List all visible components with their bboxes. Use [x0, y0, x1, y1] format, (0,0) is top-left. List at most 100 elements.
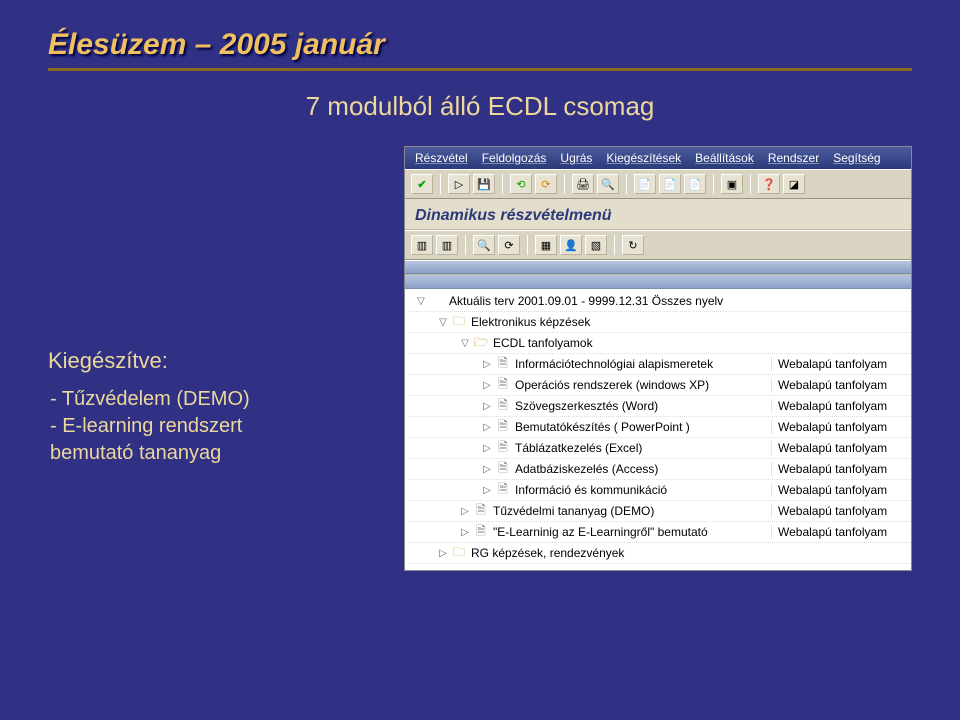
tool-icon[interactable]: ▥ — [436, 235, 458, 255]
tree-type-column: Webalapú tanfolyam — [771, 462, 911, 476]
chevron-right-icon[interactable]: ▷ — [481, 380, 493, 391]
tree-label: Táblázatkezelés (Excel) — [515, 441, 771, 455]
tree-type-column: Webalapú tanfolyam — [771, 441, 911, 455]
tree-type-column: Webalapú tanfolyam — [771, 378, 911, 392]
folder-open-icon: 🗁 — [473, 336, 489, 350]
chevron-right-icon[interactable]: ▷ — [481, 443, 493, 454]
tree-label: Információ és kommunikáció — [515, 483, 771, 497]
tree-row[interactable]: ▷🗎Információ és kommunikációWebalapú tan… — [409, 480, 911, 501]
user-icon[interactable]: 👤 — [560, 235, 582, 255]
chevron-right-icon[interactable]: ▷ — [481, 464, 493, 475]
title-rule — [48, 68, 912, 71]
document-icon: 🗎 — [473, 525, 489, 539]
tree-label: Elektronikus képzések — [471, 315, 771, 329]
document-icon: 🗎 — [495, 441, 511, 455]
accept-icon[interactable]: ✔ — [411, 174, 433, 194]
chevron-right-icon[interactable]: ▷ — [437, 548, 449, 559]
menu-item[interactable]: Segítség — [833, 151, 880, 165]
tree-row[interactable]: ▷🗎 "E-Learninig az E-Learningről" bemutat… — [409, 522, 911, 543]
doc-icon[interactable]: 📄 — [634, 174, 656, 194]
menu-item[interactable]: Beállítások — [695, 151, 754, 165]
find-icon[interactable]: 🔍 — [597, 174, 619, 194]
tree-row[interactable]: ▽🗀Elektronikus képzések — [409, 312, 911, 333]
menu-item[interactable]: Részvétel — [415, 151, 468, 165]
chevron-down-icon[interactable]: ▽ — [437, 317, 449, 328]
left-text: Kiegészítve: - Tűzvédelem (DEMO) - E-lea… — [48, 146, 388, 571]
play-icon[interactable]: ▷ — [448, 174, 470, 194]
tree-label: Tűzvédelmi tananyag (DEMO) — [493, 504, 771, 518]
tree-row[interactable]: ▷🗎Bemutatókészítés ( PowerPoint )Webalap… — [409, 417, 911, 438]
tree-type-column: Webalapú tanfolyam — [771, 399, 911, 413]
tree-row[interactable]: ▽🗁 ECDL tanfolyamok — [409, 333, 911, 354]
menu-item[interactable]: Rendszer — [768, 151, 819, 165]
toolbar-secondary: ▥ ▥ 🔍 ⟳ ▦ 👤 ▧ ↻ — [405, 230, 911, 260]
chevron-right-icon[interactable]: ▷ — [459, 506, 471, 517]
toolbar-primary: ✔ ▷ 💾 ⟲ ⟳ 🖨 🔍 📄 📄 📄 ▣ ❓ ◪ — [405, 169, 911, 199]
search-icon[interactable]: 🔍 — [473, 235, 495, 255]
tree-type-column: Webalapú tanfolyam — [771, 504, 911, 518]
tree-row[interactable]: ▷🗀 RG képzések, rendezvények — [409, 543, 911, 564]
document-icon: 🗎 — [495, 462, 511, 476]
tree-row[interactable]: ▷🗎 Operációs rendszerek (windows XP)Webal… — [409, 375, 911, 396]
chevron-right-icon[interactable]: ▷ — [459, 527, 471, 538]
back-icon[interactable]: ⟲ — [510, 174, 532, 194]
tree-type-column: Webalapú tanfolyam — [771, 483, 911, 497]
view-icon[interactable]: ▦ — [535, 235, 557, 255]
print-icon[interactable]: 🖨 — [572, 174, 594, 194]
app-window: Részvétel Feldolgozás Ugrás Kiegészítése… — [404, 146, 912, 571]
document-icon: 🗎 — [495, 378, 511, 392]
left-item: - E-learning rendszert — [48, 413, 388, 440]
tree-label: Operációs rendszerek (windows XP) — [515, 378, 771, 392]
tree-label: Szövegszerkesztés (Word) — [515, 399, 771, 413]
chevron-down-icon[interactable]: ▽ — [459, 338, 471, 349]
tree-label: "E-Learninig az E-Learningről" bemutató — [493, 525, 771, 539]
blank-icon — [429, 294, 445, 308]
page-title: Élesüzem – 2005 január — [48, 28, 912, 62]
view-icon[interactable]: ▧ — [585, 235, 607, 255]
tree-label: Adatbáziskezelés (Access) — [515, 462, 771, 476]
gradient-bar — [405, 260, 911, 274]
tool-icon[interactable]: ▥ — [411, 235, 433, 255]
tree-row[interactable]: ▷🗎 Tűzvédelmi tananyag (DEMO)Webalapú tan… — [409, 501, 911, 522]
chevron-right-icon[interactable]: ▷ — [481, 401, 493, 412]
menu-item[interactable]: Kiegészítések — [606, 151, 681, 165]
left-item: bemutató tananyag — [48, 440, 388, 467]
tree-row[interactable]: ▷🗎 Szövegszerkesztés (Word)Webalapú tanfo… — [409, 396, 911, 417]
tree-label: Információtechnológiai alapismeretek — [515, 357, 771, 371]
folder-icon: 🗀 — [451, 546, 467, 560]
tree-row[interactable]: ▽ Aktuális terv 2001.09.01 - 9999.12.31 Ö… — [409, 291, 911, 312]
refresh-icon[interactable]: ⟳ — [498, 235, 520, 255]
menubar: Részvétel Feldolgozás Ugrás Kiegészítése… — [405, 147, 911, 169]
chevron-right-icon[interactable]: ▷ — [481, 422, 493, 433]
refresh-icon[interactable]: ↻ — [622, 235, 644, 255]
tree-label: ECDL tanfolyamok — [493, 336, 771, 350]
tree-type-column: Webalapú tanfolyam — [771, 525, 911, 539]
tree-type-column: Webalapú tanfolyam — [771, 420, 911, 434]
forward-icon[interactable]: ⟳ — [535, 174, 557, 194]
left-item: - Tűzvédelem (DEMO) — [48, 386, 388, 413]
section-title: Dinamikus részvételmenü — [405, 199, 911, 230]
page-subtitle: 7 modulból álló ECDL csomag — [48, 91, 912, 122]
tool-icon[interactable]: ▣ — [721, 174, 743, 194]
chevron-right-icon[interactable]: ▷ — [481, 359, 493, 370]
document-icon: 🗎 — [495, 399, 511, 413]
chevron-right-icon[interactable]: ▷ — [481, 485, 493, 496]
help-icon[interactable]: ❓ — [758, 174, 780, 194]
doc-icon[interactable]: 📄 — [684, 174, 706, 194]
document-icon: 🗎 — [473, 504, 489, 518]
tree-row[interactable]: ▷🗎 Adatbáziskezelés (Access)Webalapú tanf… — [409, 459, 911, 480]
chevron-down-icon[interactable]: ▽ — [415, 296, 427, 307]
tree-row[interactable]: ▷🗎 Táblázatkezelés (Excel)Webalapú tanfol… — [409, 438, 911, 459]
document-icon: 🗎 — [495, 357, 511, 371]
tree-label: Bemutatókészítés ( PowerPoint ) — [515, 420, 771, 434]
menu-item[interactable]: Ugrás — [560, 151, 592, 165]
menu-item[interactable]: Feldolgozás — [482, 151, 547, 165]
tool-icon[interactable]: ◪ — [783, 174, 805, 194]
tree-label: RG képzések, rendezvények — [471, 546, 771, 560]
tree-row[interactable]: ▷🗎Információtechnológiai alapismeretekWe… — [409, 354, 911, 375]
left-heading: Kiegészítve: — [48, 346, 388, 376]
tree-label: Aktuális terv 2001.09.01 - 9999.12.31 Ös… — [449, 294, 771, 308]
save-icon[interactable]: 💾 — [473, 174, 495, 194]
doc-icon[interactable]: 📄 — [659, 174, 681, 194]
tree[interactable]: ▽Aktuális terv 2001.09.01 - 9999.12.31 Ö… — [405, 289, 911, 570]
